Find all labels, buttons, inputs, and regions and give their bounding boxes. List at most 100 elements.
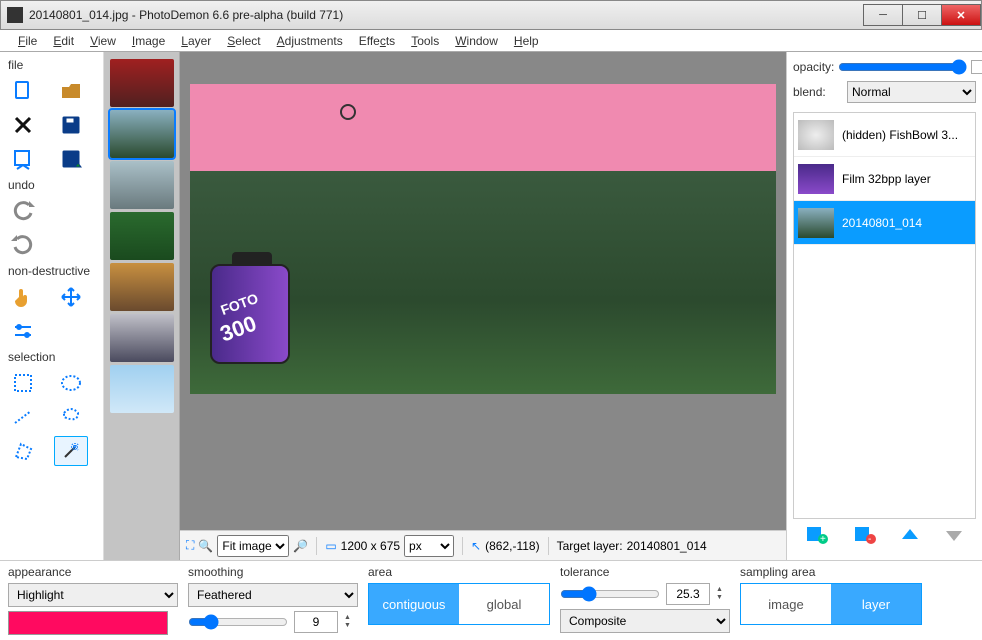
menu-window[interactable]: Window [447, 34, 506, 48]
poly-select-tool[interactable] [6, 436, 40, 466]
levels-tool[interactable] [6, 316, 40, 346]
redo-button[interactable] [6, 230, 40, 260]
layer-panel: opacity: ▲▼ blend: Normal (hidden) FishB… [786, 52, 982, 560]
smoothing-spinner[interactable]: ▲▼ [344, 614, 351, 630]
layer-name: Film 32bpp layer [842, 172, 931, 186]
export-button[interactable] [6, 144, 40, 174]
area-label: area [368, 565, 550, 579]
cursor-value: (862,-118) [485, 539, 539, 553]
layer-down-button[interactable] [944, 525, 964, 550]
sampling-label: sampling area [740, 565, 922, 579]
opacity-value[interactable] [971, 60, 982, 74]
zoom-out-icon[interactable]: 🔍 [198, 539, 213, 553]
close-file-button[interactable] [6, 110, 40, 140]
appearance-select[interactable]: Highlight [8, 583, 178, 607]
menu-tools[interactable]: Tools [403, 34, 447, 48]
tolerance-label: tolerance [560, 565, 730, 579]
menu-adjustments[interactable]: Adjustments [269, 34, 351, 48]
menu-file[interactable]: File [10, 34, 45, 48]
layer-item[interactable]: 20140801_014 [794, 201, 975, 245]
tolerance-spinner[interactable]: ▲▼ [716, 586, 723, 602]
open-folder-button[interactable] [54, 76, 88, 106]
layer-name: 20140801_014 [842, 216, 922, 230]
zoom-select[interactable]: Fit image [217, 535, 289, 557]
film-canister-icon: FOTO 300 [210, 264, 290, 364]
layer-name: (hidden) FishBowl 3... [842, 128, 958, 142]
minimize-button[interactable]: ─ [863, 4, 903, 26]
canvas[interactable]: FOTO 300 [180, 52, 786, 530]
blend-select[interactable]: Normal [847, 81, 976, 103]
menu-effects[interactable]: Effects [351, 34, 403, 48]
svg-text:+: + [820, 534, 826, 545]
save-as-button[interactable] [54, 144, 88, 174]
hand-tool[interactable] [6, 282, 40, 312]
dimensions-value: 1200 x 675 [341, 539, 400, 553]
canvas-image: FOTO 300 [190, 84, 776, 394]
menu-image[interactable]: Image [124, 34, 173, 48]
smoothing-amount[interactable] [294, 611, 338, 633]
move-tool[interactable] [54, 282, 88, 312]
wand-select-tool[interactable] [54, 436, 88, 466]
zoom-in-icon[interactable]: 🔎 [293, 539, 308, 553]
rect-select-tool[interactable] [6, 368, 40, 398]
delete-layer-button[interactable]: - [853, 525, 877, 550]
blend-label: blend: [793, 85, 843, 99]
sampling-layer-button[interactable]: layer [831, 584, 921, 624]
thumb-3[interactable] [110, 161, 174, 209]
tolerance-slider[interactable] [560, 586, 660, 602]
smoothing-select[interactable]: Feathered [188, 583, 358, 607]
svg-text:-: - [868, 534, 871, 545]
target-layer-value: 20140801_014 [627, 539, 707, 553]
layer-up-button[interactable] [900, 525, 920, 550]
undo-button[interactable] [6, 196, 40, 226]
group-nondestructive-label: non-destructive [2, 262, 101, 280]
menubar: File Edit View Image Layer Select Adjust… [0, 30, 982, 52]
dimensions-icon: ▭ [325, 539, 336, 553]
tool-options: appearance Highlight smoothing Feathered… [0, 560, 982, 640]
menu-view[interactable]: View [82, 34, 124, 48]
group-file-label: file [2, 56, 101, 74]
area-global-button[interactable]: global [459, 584, 549, 624]
thumb-7[interactable] [110, 365, 174, 413]
area-contiguous-button[interactable]: contiguous [369, 584, 459, 624]
thumb-2[interactable] [110, 110, 174, 158]
layer-thumb-icon [798, 120, 834, 150]
add-layer-button[interactable]: + [805, 525, 829, 550]
group-selection-label: selection [2, 348, 101, 366]
menu-help[interactable]: Help [506, 34, 547, 48]
menu-edit[interactable]: Edit [45, 34, 82, 48]
maximize-button[interactable]: ☐ [902, 4, 942, 26]
group-undo-label: undo [2, 176, 101, 194]
close-button[interactable]: ✕ [941, 4, 981, 26]
area-toggle: contiguous global [368, 583, 550, 625]
thumb-5[interactable] [110, 263, 174, 311]
content: file undo non-destructive selection [0, 52, 982, 560]
new-file-button[interactable] [6, 76, 40, 106]
app-icon [7, 7, 23, 23]
fit-screen-icon[interactable]: ⛶ [186, 538, 194, 553]
menu-select[interactable]: Select [219, 34, 268, 48]
line-select-tool[interactable] [6, 402, 40, 432]
layer-list: (hidden) FishBowl 3... Film 32bpp layer … [793, 112, 976, 519]
units-select[interactable]: px [404, 535, 454, 557]
window-title: 20140801_014.jpg - PhotoDemon 6.6 pre-al… [29, 8, 864, 22]
lasso-select-tool[interactable] [54, 402, 88, 432]
smoothing-slider[interactable] [188, 614, 288, 630]
opacity-slider[interactable] [838, 59, 967, 75]
thumb-1[interactable] [110, 59, 174, 107]
ellipse-select-tool[interactable] [54, 368, 88, 398]
thumb-4[interactable] [110, 212, 174, 260]
sampling-toggle: image layer [740, 583, 922, 625]
layer-item[interactable]: Film 32bpp layer [794, 157, 975, 201]
document-thumbnails [104, 52, 180, 560]
tolerance-mode-select[interactable]: Composite [560, 609, 730, 633]
layer-item[interactable]: (hidden) FishBowl 3... [794, 113, 975, 157]
appearance-color[interactable] [8, 611, 168, 635]
sampling-image-button[interactable]: image [741, 584, 831, 624]
menu-layer[interactable]: Layer [173, 34, 219, 48]
layer-thumb-icon [798, 208, 834, 238]
tolerance-value[interactable] [666, 583, 710, 605]
thumb-6[interactable] [110, 314, 174, 362]
save-button[interactable] [54, 110, 88, 140]
appearance-label: appearance [8, 565, 178, 579]
